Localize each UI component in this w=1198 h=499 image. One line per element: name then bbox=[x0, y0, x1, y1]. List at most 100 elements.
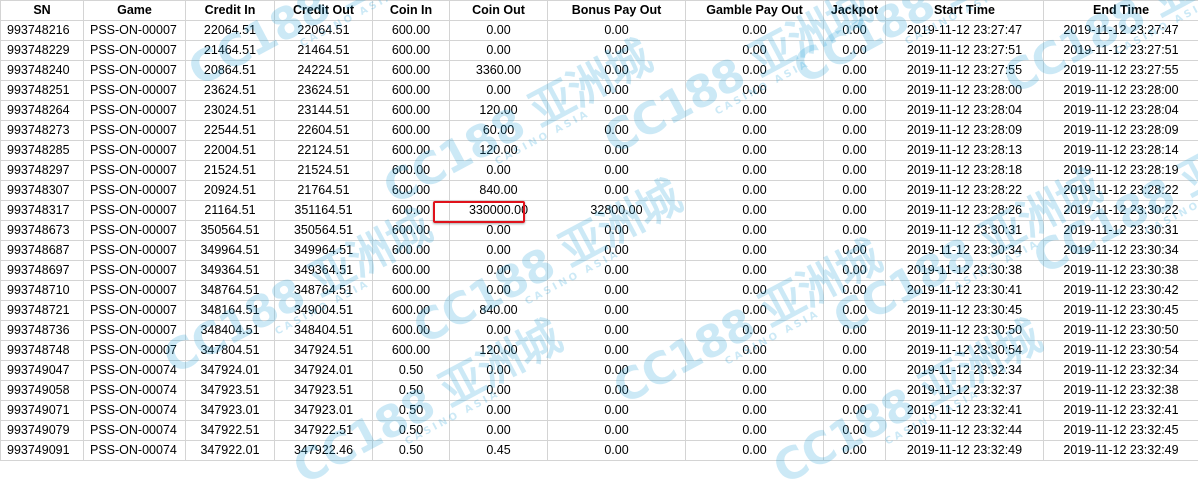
table-row: 993748710PSS-ON-00007348764.51348764.516… bbox=[1, 281, 1198, 301]
table-cell: 351164.51 bbox=[275, 201, 373, 221]
table-cell: 600.00 bbox=[373, 41, 450, 61]
table-cell: 60.00 bbox=[450, 121, 548, 141]
table-cell: PSS-ON-00074 bbox=[84, 381, 186, 401]
table-cell: 2019-11-12 23:32:49 bbox=[886, 441, 1044, 461]
table-cell: 2019-11-12 23:28:09 bbox=[886, 121, 1044, 141]
table-cell: 347924.01 bbox=[275, 361, 373, 381]
table-cell: 32800.00 bbox=[548, 201, 686, 221]
table-cell: 347922.01 bbox=[186, 441, 275, 461]
table-cell: 2019-11-12 23:27:51 bbox=[1044, 41, 1198, 61]
table-cell: 600.00 bbox=[373, 141, 450, 161]
table-cell: 993748721 bbox=[1, 301, 84, 321]
table-cell: 0.00 bbox=[548, 401, 686, 421]
table-cell: 349364.51 bbox=[275, 261, 373, 281]
table-row: 993748264PSS-ON-0000723024.5123144.51600… bbox=[1, 101, 1198, 121]
table-cell: 0.00 bbox=[450, 421, 548, 441]
table-row: 993748273PSS-ON-0000722544.5122604.51600… bbox=[1, 121, 1198, 141]
table-cell: 993748273 bbox=[1, 121, 84, 141]
table-cell: 0.45 bbox=[450, 441, 548, 461]
table-cell: 0.00 bbox=[686, 61, 824, 81]
table-cell: 23624.51 bbox=[275, 81, 373, 101]
table-row: 993748216PSS-ON-0000722064.5122064.51600… bbox=[1, 21, 1198, 41]
table-cell: 0.00 bbox=[450, 401, 548, 421]
table-cell: 0.00 bbox=[686, 21, 824, 41]
table-cell: PSS-ON-00074 bbox=[84, 401, 186, 421]
table-cell: 347924.51 bbox=[275, 341, 373, 361]
table-cell: 21524.51 bbox=[186, 161, 275, 181]
table-cell: 993748251 bbox=[1, 81, 84, 101]
table-cell: 0.00 bbox=[686, 41, 824, 61]
table-cell: 0.00 bbox=[824, 381, 886, 401]
table-cell: 0.00 bbox=[686, 141, 824, 161]
table-cell: 0.00 bbox=[824, 281, 886, 301]
table-cell: 0.00 bbox=[548, 161, 686, 181]
table-cell: 0.00 bbox=[824, 161, 886, 181]
table-cell: 0.00 bbox=[824, 61, 886, 81]
table-cell: 0.00 bbox=[686, 361, 824, 381]
table-cell: 2019-11-12 23:30:34 bbox=[1044, 241, 1198, 261]
table-cell: 600.00 bbox=[373, 161, 450, 181]
table-row: 993749071PSS-ON-00074347923.01347923.010… bbox=[1, 401, 1198, 421]
table-cell: 0.00 bbox=[824, 401, 886, 421]
table-cell: 2019-11-12 23:30:38 bbox=[1044, 261, 1198, 281]
table-cell: 2019-11-12 23:30:41 bbox=[886, 281, 1044, 301]
table-cell: 347922.46 bbox=[275, 441, 373, 461]
table-cell: 0.00 bbox=[824, 441, 886, 461]
table-cell: 20864.51 bbox=[186, 61, 275, 81]
table-cell: 2019-11-12 23:32:34 bbox=[886, 361, 1044, 381]
column-header: Coin In bbox=[373, 1, 450, 21]
table-cell: 2019-11-12 23:32:37 bbox=[886, 381, 1044, 401]
table-cell: 347922.51 bbox=[186, 421, 275, 441]
column-header: Gamble Pay Out bbox=[686, 1, 824, 21]
table-cell: 0.00 bbox=[450, 281, 548, 301]
table-row: 993748229PSS-ON-0000721464.5121464.51600… bbox=[1, 41, 1198, 61]
table-cell: 600.00 bbox=[373, 21, 450, 41]
table-cell: 120.00 bbox=[450, 141, 548, 161]
table-cell: 0.00 bbox=[824, 101, 886, 121]
table-cell: 348164.51 bbox=[186, 301, 275, 321]
table-cell: 0.00 bbox=[824, 341, 886, 361]
table-cell: 2019-11-12 23:28:19 bbox=[1044, 161, 1198, 181]
table-cell: 0.00 bbox=[824, 121, 886, 141]
table-cell: 24224.51 bbox=[275, 61, 373, 81]
table-cell: 0.00 bbox=[548, 381, 686, 401]
table-cell: 0.00 bbox=[686, 281, 824, 301]
table-cell: 22064.51 bbox=[186, 21, 275, 41]
table-cell: 349004.51 bbox=[275, 301, 373, 321]
column-header: Bonus Pay Out bbox=[548, 1, 686, 21]
table-cell: 2019-11-12 23:30:38 bbox=[886, 261, 1044, 281]
table-body: 993748216PSS-ON-0000722064.5122064.51600… bbox=[1, 21, 1198, 461]
table-cell: 2019-11-12 23:28:00 bbox=[886, 81, 1044, 101]
transaction-table: SNGameCredit InCredit OutCoin InCoin Out… bbox=[0, 0, 1198, 461]
table-cell: 600.00 bbox=[373, 201, 450, 221]
table-cell: 2019-11-12 23:32:38 bbox=[1044, 381, 1198, 401]
table-cell: 0.00 bbox=[824, 201, 886, 221]
table-cell: 2019-11-12 23:30:31 bbox=[1044, 221, 1198, 241]
table-cell: 0.00 bbox=[450, 361, 548, 381]
table-cell: 20924.51 bbox=[186, 181, 275, 201]
table-cell: 0.00 bbox=[548, 241, 686, 261]
table-cell: PSS-ON-00007 bbox=[84, 261, 186, 281]
table-cell: 0.00 bbox=[686, 181, 824, 201]
table-cell: 993748229 bbox=[1, 41, 84, 61]
table-row: 993749047PSS-ON-00074347924.01347924.010… bbox=[1, 361, 1198, 381]
table-cell: PSS-ON-00007 bbox=[84, 81, 186, 101]
table-cell: 21464.51 bbox=[275, 41, 373, 61]
table-cell: 0.00 bbox=[450, 81, 548, 101]
table-cell: 2019-11-12 23:30:54 bbox=[886, 341, 1044, 361]
table-cell: 993748285 bbox=[1, 141, 84, 161]
table-cell: 2019-11-12 23:28:09 bbox=[1044, 121, 1198, 141]
table-cell: 993749091 bbox=[1, 441, 84, 461]
table-cell: 993748297 bbox=[1, 161, 84, 181]
table-cell: 2019-11-12 23:27:47 bbox=[1044, 21, 1198, 41]
table-cell: 993748673 bbox=[1, 221, 84, 241]
table-cell: 0.00 bbox=[824, 321, 886, 341]
table-row: 993748297PSS-ON-0000721524.5121524.51600… bbox=[1, 161, 1198, 181]
table-cell: 600.00 bbox=[373, 221, 450, 241]
table-cell: 0.50 bbox=[373, 381, 450, 401]
table-cell: 23144.51 bbox=[275, 101, 373, 121]
table-cell: 22604.51 bbox=[275, 121, 373, 141]
table-row: 993748307PSS-ON-0000720924.5121764.51600… bbox=[1, 181, 1198, 201]
table-cell: 0.00 bbox=[686, 321, 824, 341]
table-cell: 600.00 bbox=[373, 181, 450, 201]
